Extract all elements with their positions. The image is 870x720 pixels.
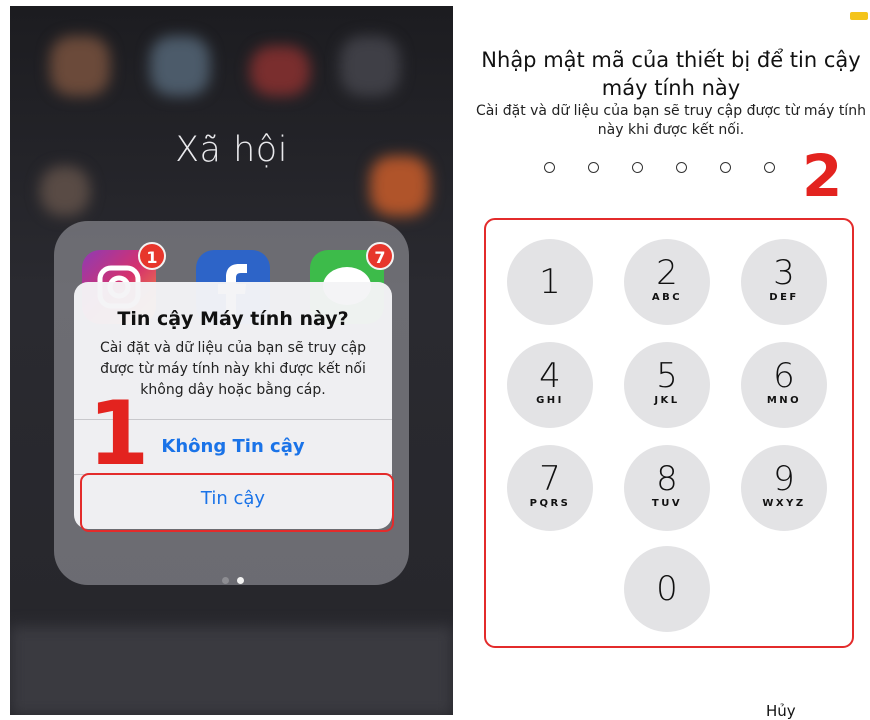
cancel-button[interactable]: Hủy (766, 702, 796, 720)
key-5[interactable]: 5 JKL (624, 342, 710, 428)
blurred-dock (10, 626, 453, 715)
passcode-dot (720, 162, 731, 173)
key-6[interactable]: 6 MNO (741, 342, 827, 428)
key-digit: 0 (656, 569, 678, 609)
passcode-dot (764, 162, 775, 173)
key-letters: DEF (769, 292, 799, 303)
step-1-label: 1 (88, 382, 150, 485)
passcode-dot (632, 162, 643, 173)
passcode-dot (588, 162, 599, 173)
key-digit: 1 (539, 262, 561, 302)
key-2[interactable]: 2 ABC (624, 239, 710, 325)
key-digit: 9 (773, 459, 795, 499)
passcode-subtitle: Cài đặt và dữ liệu của bạn sẽ truy cập đ… (476, 103, 866, 138)
key-letters: TUV (651, 498, 683, 509)
blurred-app-icon (50, 36, 110, 96)
passcode-screen: Nhập mật mã của thiết bị để tin cậy máy … (462, 6, 870, 720)
blurred-app-icon (40, 166, 90, 216)
blurred-app-icon (340, 36, 400, 96)
home-screen-folder-panel: Xã hội 1 7 Tin cậy Máy tính này? Cài đặt… (10, 6, 453, 715)
key-digit: 5 (656, 356, 678, 396)
key-digit: 2 (656, 253, 678, 293)
key-digit: 7 (539, 459, 561, 499)
blurred-app-icon (250, 46, 310, 96)
key-4[interactable]: 4 GHI (507, 342, 593, 428)
page-dot-active (237, 577, 244, 584)
key-letters: GHI (536, 395, 564, 406)
key-letters: JKL (654, 395, 680, 406)
page-indicator (218, 569, 248, 588)
key-digit: 4 (539, 356, 561, 396)
passcode-dot (676, 162, 687, 173)
folder-title: Xã hội (175, 130, 288, 170)
key-7[interactable]: 7 PQRS (507, 445, 593, 531)
key-letters: WXYZ (762, 498, 806, 509)
key-digit: 6 (773, 356, 795, 396)
notification-badge: 1 (138, 242, 166, 270)
key-1[interactable]: 1 (507, 239, 593, 325)
blurred-app-icon (150, 36, 210, 96)
key-letters: ABC (651, 292, 683, 303)
passcode-title: Nhập mật mã của thiết bị để tin cậy máy … (481, 48, 861, 100)
key-letters: MNO (766, 395, 802, 406)
alert-title: Tin cậy Máy tính này? (117, 308, 349, 330)
key-9[interactable]: 9 WXYZ (741, 445, 827, 531)
battery-icon (850, 12, 868, 20)
key-digit: 3 (773, 253, 795, 293)
key-digit: 8 (656, 459, 678, 499)
notification-badge: 7 (366, 242, 394, 270)
step-2-label: 2 (802, 142, 843, 210)
key-3[interactable]: 3 DEF (741, 239, 827, 325)
passcode-dot (544, 162, 555, 173)
key-8[interactable]: 8 TUV (624, 445, 710, 531)
key-0[interactable]: 0 (624, 546, 710, 632)
screenshot: Xã hội 1 7 Tin cậy Máy tính này? Cài đặt… (0, 0, 870, 720)
key-letters: PQRS (529, 498, 571, 509)
page-dot (222, 577, 229, 584)
